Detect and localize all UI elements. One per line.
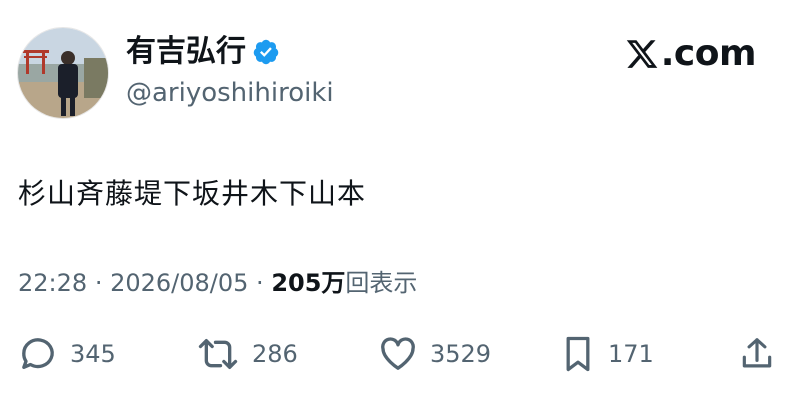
bookmark-icon [566, 336, 590, 372]
avatar[interactable] [17, 27, 109, 119]
meta-separator: · [94, 269, 111, 297]
bookmark-button[interactable]: 171 [560, 332, 654, 376]
share-button[interactable] [738, 332, 776, 376]
meta-separator: · [256, 269, 272, 297]
share-icon [742, 338, 772, 368]
views-count: 205万 [271, 269, 346, 297]
tweet-date[interactable]: 2026/08/05 [110, 269, 248, 297]
author-display-name[interactable]: 有吉弘行 [126, 32, 246, 72]
action-bar: 345 286 3529 171 [0, 332, 800, 376]
retweet-count: 286 [252, 340, 298, 368]
bookmark-count: 171 [608, 340, 654, 368]
tweet-time[interactable]: 22:28 [18, 269, 87, 297]
like-button[interactable]: 3529 [378, 332, 491, 376]
x-logo-icon [626, 40, 658, 68]
author-name-row[interactable]: 有吉弘行 [126, 32, 280, 72]
profile-photo [18, 28, 108, 118]
views-label: 回表示 [345, 269, 418, 297]
reply-icon [22, 338, 54, 369]
heart-icon [381, 337, 415, 370]
tweet-text: 杉山斉藤堤下坂井木下山本 [18, 177, 367, 210]
reply-button[interactable]: 345 [18, 332, 116, 376]
brand-logo[interactable]: .com [625, 33, 757, 74]
like-count: 3529 [430, 340, 492, 368]
retweet-button[interactable]: 286 [196, 332, 298, 376]
retweet-icon [198, 339, 238, 369]
tweet-meta: 22:28 · 2026/08/05 · 205万回表示 [18, 266, 417, 300]
verified-badge-icon [253, 39, 279, 65]
reply-count: 345 [70, 340, 116, 368]
author-handle[interactable]: @ariyoshihiroiki [126, 76, 334, 110]
brand-suffix: .com [660, 33, 757, 74]
